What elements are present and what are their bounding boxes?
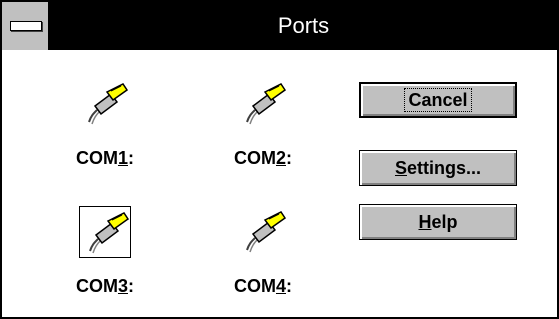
serial-port-connector-icon bbox=[79, 78, 131, 130]
settings-button[interactable]: Settings... bbox=[359, 150, 517, 186]
port-label: COM2: bbox=[233, 148, 292, 168]
port-com4[interactable]: COM4: bbox=[198, 188, 328, 318]
system-menu-button[interactable] bbox=[2, 2, 50, 50]
help-mnemonic: H bbox=[418, 212, 432, 232]
port-label: COM4: bbox=[233, 276, 292, 296]
port-label: COM3: bbox=[75, 276, 134, 296]
port-label: COM1: bbox=[75, 148, 134, 168]
serial-port-connector-icon bbox=[79, 206, 131, 258]
port-com3[interactable]: COM3: bbox=[40, 188, 170, 318]
title-bar[interactable]: Ports bbox=[2, 2, 557, 50]
serial-port-connector-icon bbox=[237, 78, 289, 130]
cancel-button[interactable]: Cancel bbox=[359, 82, 517, 118]
system-menu-icon bbox=[10, 21, 42, 31]
settings-mnemonic: S bbox=[394, 158, 407, 178]
window-title: Ports bbox=[277, 13, 330, 38]
help-label: elp bbox=[431, 212, 458, 232]
port-com1[interactable]: COM1: bbox=[40, 60, 170, 190]
help-button[interactable]: Help bbox=[359, 204, 517, 240]
ports-dialog: Ports COM1: COM2: COM3: COM4: Cancel Set… bbox=[0, 0, 559, 319]
port-com2[interactable]: COM2: bbox=[198, 60, 328, 190]
settings-label: ettings... bbox=[407, 158, 482, 178]
serial-port-connector-icon bbox=[237, 206, 289, 258]
cancel-button-label: Cancel bbox=[404, 88, 472, 112]
